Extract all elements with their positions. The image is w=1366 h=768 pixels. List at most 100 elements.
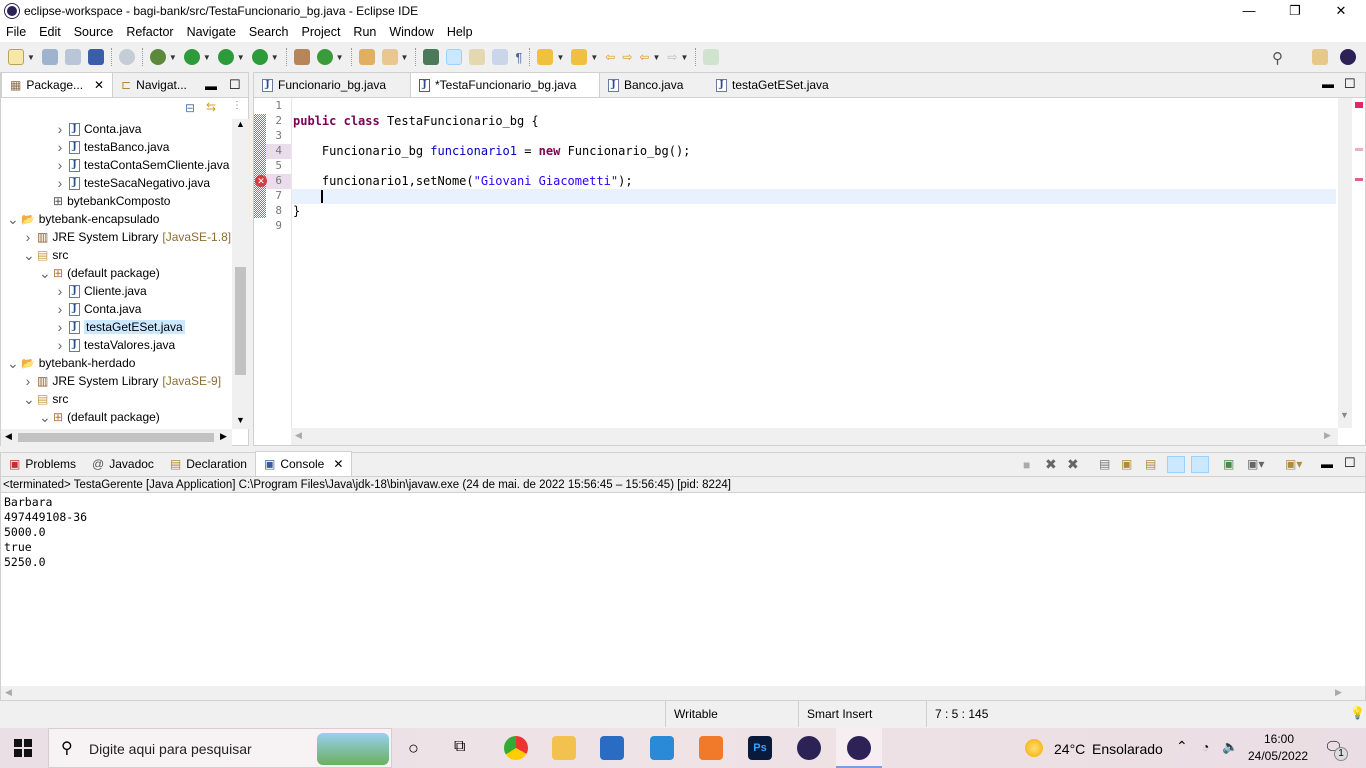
chevron-right-icon[interactable]: ›	[55, 319, 65, 335]
remove-launch-icon[interactable]: ✖	[1045, 456, 1057, 473]
scroll-down-icon[interactable]: ▼	[236, 415, 245, 425]
view-menu-icon[interactable]: ⋮	[232, 100, 242, 111]
mail-icon[interactable]	[600, 736, 624, 760]
show-on-stdout-icon[interactable]	[1167, 456, 1185, 473]
word-wrap-icon[interactable]	[492, 49, 509, 65]
link-with-editor-icon[interactable]: ⇆	[206, 100, 216, 114]
pin-console-icon[interactable]: ▣	[1223, 457, 1234, 471]
tree-item[interactable]: ⌄ ▤ src	[23, 246, 68, 264]
minimize-view-icon[interactable]: ▬	[1322, 77, 1334, 91]
volume-icon[interactable]: 🔈	[1222, 739, 1238, 755]
scroll-right-icon[interactable]: ▶	[220, 431, 227, 442]
chevron-down-icon[interactable]: ⌄	[7, 211, 19, 228]
chevron-down-icon[interactable]: ⌄	[23, 391, 35, 408]
chevron-right-icon[interactable]: ›	[55, 175, 65, 191]
tree-item[interactable]: ⌄ ⊞ (default package)	[39, 264, 160, 282]
chevron-down-icon[interactable]: ⌄	[39, 265, 51, 282]
tree-item[interactable]: › JtestaValores.java	[55, 336, 176, 354]
file-explorer-icon[interactable]	[552, 736, 576, 760]
chevron-right-icon[interactable]: ›	[55, 139, 65, 155]
mark-occurrences-icon[interactable]	[446, 49, 463, 65]
maximize-view-icon[interactable]: ☐	[229, 77, 241, 93]
minimize-view-icon[interactable]: ▬	[205, 79, 217, 93]
new-package-icon[interactable]	[293, 49, 310, 65]
tree-item[interactable]: ⌄ ▤ src	[23, 390, 68, 408]
editor-horizontal-scrollbar[interactable]: ◀ ▶	[291, 428, 1338, 445]
tab-navigator[interactable]: ⊏ Navigat...	[113, 73, 195, 97]
chevron-right-icon[interactable]: ›	[55, 283, 65, 299]
pin-editor-icon[interactable]	[703, 49, 720, 65]
eclipse-active-task[interactable]	[836, 728, 882, 768]
back-icon[interactable]: ⇦	[639, 50, 649, 64]
cortana-icon[interactable]: ○	[408, 738, 419, 759]
word-wrap-icon[interactable]: ▤	[1145, 457, 1156, 471]
tab-testa-funcionario-bg[interactable]: J *TestaFuncionario_bg.java	[410, 72, 600, 97]
tree-item[interactable]: › J Conta.java	[55, 120, 142, 138]
tree-item[interactable]: ⌄ ⊞ (default package)	[39, 408, 160, 426]
tab-funcionario-bg[interactable]: J Funcionario_bg.java	[254, 73, 410, 97]
close-icon[interactable]: ✕	[94, 78, 104, 92]
display-console-icon[interactable]: ▣▾	[1247, 457, 1264, 471]
scroll-lock-icon[interactable]: ▣	[1121, 457, 1132, 471]
open-type-icon[interactable]	[358, 49, 375, 65]
code-editor[interactable]: ✕ 123456789 public class TestaFuncionari…	[254, 98, 1338, 428]
menu-run[interactable]: Run	[353, 25, 376, 39]
tree-item[interactable]: ⌄ 📂 bytebank-herdado	[7, 354, 135, 372]
clock-time[interactable]: 16:00	[1264, 732, 1294, 746]
chrome-icon[interactable]	[504, 736, 528, 760]
skip-breakpoints-icon[interactable]	[118, 49, 135, 65]
photoshop-icon[interactable]: Ps	[748, 736, 772, 760]
save-icon[interactable]	[41, 49, 58, 65]
scroll-right-icon[interactable]: ▶	[1324, 430, 1331, 441]
scroll-left-icon[interactable]: ◀	[5, 687, 12, 698]
tree-item[interactable]: › JtestaGetESet.java	[55, 318, 185, 336]
weather-temperature[interactable]: 24°C	[1054, 741, 1085, 757]
maximize-view-icon[interactable]: ☐	[1344, 76, 1356, 92]
scroll-up-icon[interactable]: ▲	[236, 119, 245, 129]
clear-console-icon[interactable]: ▤	[1099, 457, 1110, 471]
open-perspective-icon[interactable]	[1312, 49, 1328, 65]
forward-icon[interactable]: ⇨	[667, 50, 677, 64]
menu-navigate[interactable]: Navigate	[187, 25, 236, 39]
menu-help[interactable]: Help	[447, 25, 473, 39]
debug-icon[interactable]	[149, 49, 166, 65]
chevron-right-icon[interactable]: ›	[23, 229, 33, 245]
save-all-icon[interactable]	[64, 49, 81, 65]
chevron-right-icon[interactable]: ›	[55, 121, 65, 137]
maximize-view-icon[interactable]: ☐	[1344, 455, 1356, 471]
editor-vertical-scrollbar[interactable]: ▼	[1338, 98, 1352, 428]
run-icon[interactable]	[183, 49, 200, 65]
vscode-icon[interactable]	[650, 736, 674, 760]
tree-item[interactable]: › J Conta.java	[55, 300, 142, 318]
tree-item[interactable]: › ▥ JRE System Library [JavaSE-1.8]	[23, 228, 231, 246]
external-tools-icon[interactable]	[251, 49, 268, 65]
block-selection-icon[interactable]	[469, 49, 486, 65]
console-horizontal-scrollbar[interactable]: ◀ ▶	[1, 686, 1365, 700]
scroll-right-icon[interactable]: ▶	[1335, 687, 1342, 698]
sun-weather-icon[interactable]	[1025, 739, 1043, 757]
chevron-down-icon[interactable]: ⌄	[23, 247, 35, 264]
tab-declaration[interactable]: ▤ Declaration	[162, 452, 255, 476]
tip-icon[interactable]: 💡	[1350, 706, 1365, 720]
error-overview-marker[interactable]	[1355, 102, 1363, 108]
tree-item[interactable]: › JtestaContaSemCliente.java	[55, 156, 230, 174]
tab-testa-get-e-set[interactable]: JtestaGetESet.java	[708, 73, 838, 97]
tree-horizontal-scrollbar[interactable]: ◀ ▶	[1, 429, 232, 446]
maximize-button[interactable]: ❐	[1272, 0, 1318, 22]
menu-source[interactable]: Source	[74, 25, 114, 39]
annotation-icon[interactable]	[423, 49, 440, 65]
new-icon[interactable]	[8, 49, 24, 65]
terminate-icon[interactable]: ■	[1023, 458, 1030, 472]
close-button[interactable]: ✕	[1318, 0, 1364, 22]
forward-edit-icon[interactable]: ⇨	[622, 50, 632, 64]
chevron-right-icon[interactable]: ›	[55, 337, 65, 353]
java-perspective-icon[interactable]	[1340, 49, 1356, 65]
tab-javadoc[interactable]: @ Javadoc	[84, 452, 162, 476]
tab-banco[interactable]: J Banco.java	[600, 73, 708, 97]
clock-date[interactable]: 24/05/2022	[1248, 749, 1308, 763]
show-on-stderr-icon[interactable]	[1191, 456, 1209, 473]
scroll-down-icon[interactable]: ▼	[1340, 410, 1349, 420]
chevron-right-icon[interactable]: ›	[55, 301, 65, 317]
close-icon[interactable]: ✕	[333, 457, 343, 471]
new-class-icon[interactable]	[316, 49, 333, 65]
